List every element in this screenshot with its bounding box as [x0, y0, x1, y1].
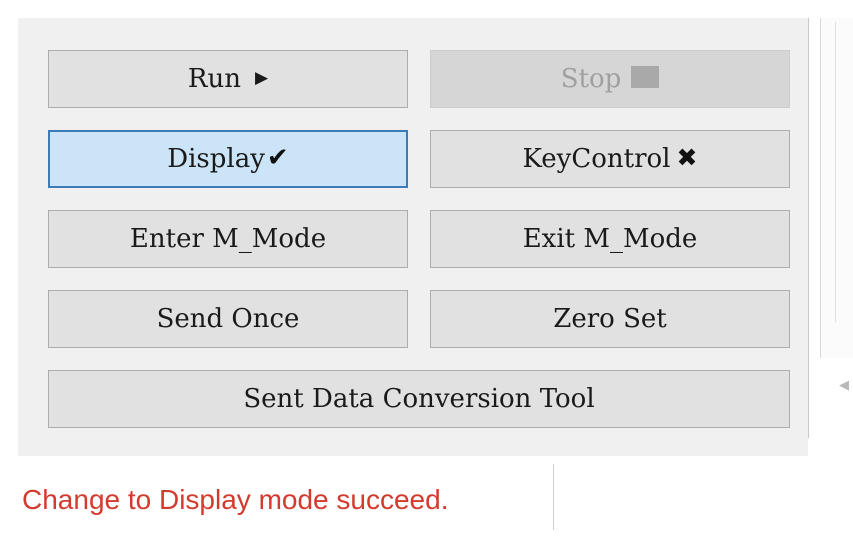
exit-m-mode-label: Exit M_Mode	[522, 224, 698, 254]
conversion-tool-label: Sent Data Conversion Tool	[243, 384, 595, 414]
cross-icon: ✖	[676, 143, 698, 172]
enter-m-mode-label: Enter M_Mode	[129, 224, 327, 254]
send-once-button[interactable]: Send Once	[48, 290, 408, 348]
keycontrol-button[interactable]: KeyControl ✖	[430, 130, 790, 188]
scroll-left-icon[interactable]: ◀	[839, 378, 851, 394]
zero-set-button[interactable]: Zero Set	[430, 290, 790, 348]
enter-m-mode-button[interactable]: Enter M_Mode	[48, 210, 408, 268]
side-panel	[820, 18, 853, 358]
run-button[interactable]: Run ▶	[48, 50, 408, 108]
status-divider	[553, 464, 554, 530]
panel-divider	[808, 18, 809, 438]
keycontrol-button-label: KeyControl	[522, 144, 671, 174]
zero-set-label: Zero Set	[553, 304, 667, 334]
checkmark-icon: ✔	[266, 143, 289, 173]
display-button-label: Display	[167, 144, 265, 174]
display-button[interactable]: Display✔	[48, 130, 408, 188]
app-window: ◀ Run ▶ Stop Display✔ KeyControl ✖ Enter M…	[0, 0, 853, 536]
side-panel-edge	[835, 22, 836, 322]
play-icon: ▶	[255, 68, 269, 88]
stop-icon	[631, 66, 660, 88]
send-once-label: Send Once	[156, 304, 300, 334]
stop-button[interactable]: Stop	[430, 50, 790, 108]
run-button-label: Run	[187, 64, 241, 94]
conversion-tool-button[interactable]: Sent Data Conversion Tool	[48, 370, 790, 428]
exit-m-mode-button[interactable]: Exit M_Mode	[430, 210, 790, 268]
stop-button-label: Stop	[560, 64, 622, 94]
status-message: Change to Display mode succeed.	[22, 484, 449, 515]
